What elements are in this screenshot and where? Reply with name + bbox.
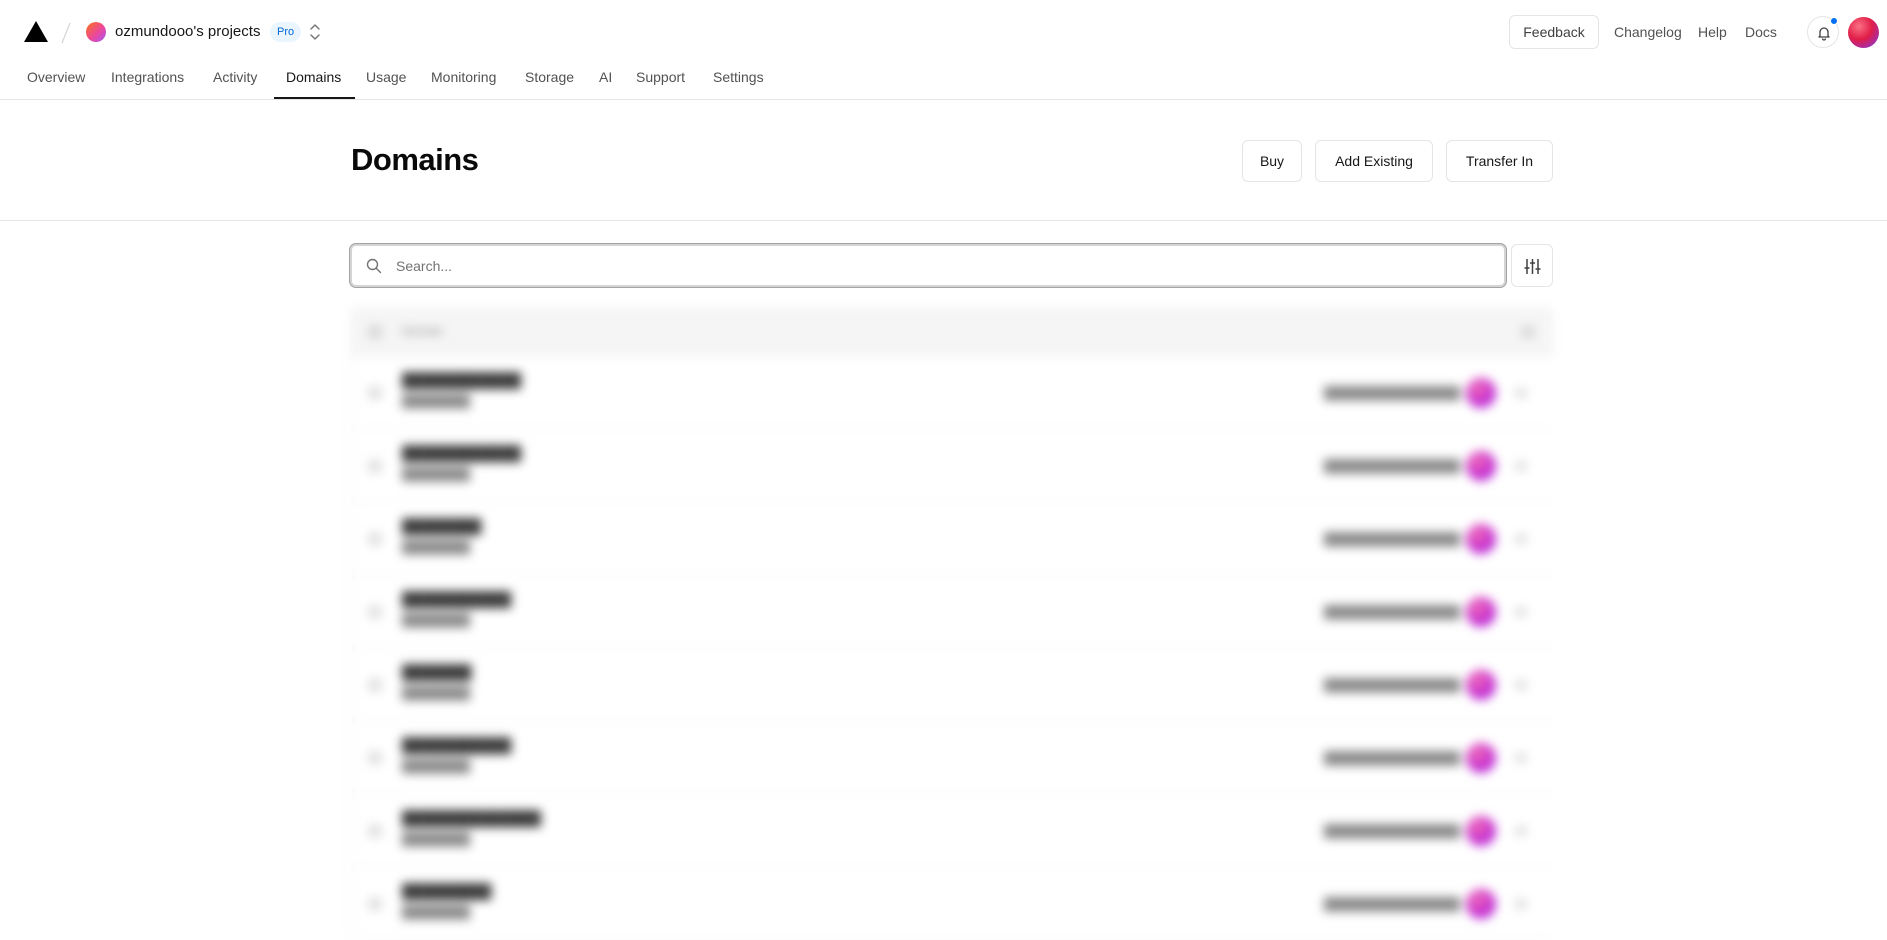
row-menu[interactable] — [1515, 826, 1527, 836]
row-domain-sub: ████████ — [402, 540, 471, 554]
list-item[interactable]: ███████████ ████████ ████████████████ — [352, 721, 1553, 794]
avatar — [1466, 597, 1496, 627]
row-checkbox[interactable] — [368, 751, 382, 765]
row-domain-name: ███████████ — [402, 591, 512, 607]
notification-dot — [1830, 17, 1838, 25]
row-checkbox[interactable] — [368, 678, 382, 692]
row-domain-name: ████████ — [402, 518, 482, 534]
add-existing-button[interactable]: Add Existing — [1315, 140, 1433, 182]
tab-activity[interactable]: Activity — [213, 64, 257, 100]
tab-bar: Overview Integrations Activity Domains U… — [0, 64, 1887, 100]
changelog-link[interactable]: Changelog — [1614, 23, 1682, 41]
tab-usage[interactable]: Usage — [366, 64, 406, 100]
row-menu[interactable] — [1515, 680, 1527, 690]
row-domain-sub: ████████ — [402, 905, 471, 919]
list-header: Domain — [352, 308, 1553, 356]
avatar — [1466, 378, 1496, 408]
row-meta: ████████████████ — [1324, 824, 1461, 838]
row-checkbox[interactable] — [368, 824, 382, 838]
row-meta: ████████████████ — [1324, 386, 1461, 400]
row-checkbox[interactable] — [368, 386, 382, 400]
avatar — [1466, 670, 1496, 700]
search-icon — [366, 258, 382, 274]
page-title: Domains — [351, 142, 479, 177]
transfer-in-button[interactable]: Transfer In — [1446, 140, 1553, 182]
select-all-checkbox[interactable] — [368, 325, 382, 339]
row-meta: ████████████████ — [1324, 459, 1461, 473]
row-meta: ████████████████ — [1324, 897, 1461, 911]
list-item[interactable]: ████████████ ████████ ████████████████ — [352, 429, 1553, 502]
user-avatar[interactable] — [1848, 17, 1879, 48]
list-item[interactable]: ██████████████ ████████ ████████████████ — [352, 794, 1553, 867]
avatar — [1466, 889, 1496, 919]
sliders-icon — [1524, 259, 1541, 274]
team-name[interactable]: ozmundooo's projects — [115, 22, 260, 42]
help-link[interactable]: Help — [1698, 23, 1727, 41]
list-header-menu[interactable] — [1521, 326, 1535, 338]
row-domain-name: ████████████ — [402, 372, 522, 388]
row-domain-sub: ████████ — [402, 832, 471, 846]
tab-domains[interactable]: Domains — [286, 64, 341, 100]
row-menu[interactable] — [1515, 534, 1527, 544]
tab-support[interactable]: Support — [636, 64, 685, 100]
row-domain-name: ██████████████ — [402, 810, 541, 826]
tab-settings[interactable]: Settings — [713, 64, 764, 100]
avatar — [1466, 451, 1496, 481]
search-input[interactable] — [394, 246, 1494, 285]
active-tab-indicator — [274, 97, 355, 99]
row-menu[interactable] — [1515, 753, 1527, 763]
row-checkbox[interactable] — [368, 532, 382, 546]
row-domain-sub: ████████ — [402, 686, 471, 700]
avatar — [1466, 524, 1496, 554]
tab-overview[interactable]: Overview — [27, 64, 85, 100]
row-menu[interactable] — [1515, 607, 1527, 617]
tab-storage[interactable]: Storage — [525, 64, 574, 100]
filter-button[interactable] — [1511, 244, 1553, 287]
row-domain-sub: ████████ — [402, 613, 471, 627]
row-meta: ████████████████ — [1324, 605, 1461, 619]
row-domain-name: ████████████ — [402, 445, 522, 461]
list-header-label: Domain — [402, 324, 444, 338]
row-domain-name: ███████████ — [402, 737, 512, 753]
row-checkbox[interactable] — [368, 459, 382, 473]
row-menu[interactable] — [1515, 899, 1527, 909]
row-domain-sub: ████████ — [402, 467, 471, 481]
list-item[interactable]: ███████████ ████████ ████████████████ — [352, 575, 1553, 648]
row-meta: ████████████████ — [1324, 678, 1461, 692]
breadcrumb-separator — [61, 22, 71, 44]
top-bar: ozmundooo's projects Pro Feedback Change… — [0, 0, 1887, 64]
list-item[interactable]: ███████ ████████ ████████████████ — [352, 648, 1553, 721]
avatar — [1466, 816, 1496, 846]
plan-badge: Pro — [270, 22, 302, 42]
list-item[interactable]: █████████ ████████ ████████████████ — [352, 867, 1553, 940]
list-item[interactable]: ████████████ ████████ ████████████████ — [352, 356, 1553, 429]
page-header: Domains Buy Add Existing Transfer In — [0, 100, 1887, 221]
vercel-triangle-icon[interactable] — [24, 21, 48, 42]
tab-ai[interactable]: AI — [599, 64, 612, 100]
row-checkbox[interactable] — [368, 605, 382, 619]
list-item[interactable]: ████████ ████████ ████████████████ — [352, 502, 1553, 575]
row-menu[interactable] — [1515, 461, 1527, 471]
row-menu[interactable] — [1515, 388, 1527, 398]
row-domain-sub: ████████ — [402, 759, 471, 773]
tab-monitoring[interactable]: Monitoring — [431, 64, 496, 100]
chevron-up-down-icon[interactable] — [308, 22, 322, 42]
buy-button[interactable]: Buy — [1242, 140, 1302, 182]
row-domain-sub: ████████ — [402, 394, 471, 408]
team-avatar[interactable] — [86, 22, 106, 42]
row-checkbox[interactable] — [368, 897, 382, 911]
search-box — [350, 244, 1506, 287]
row-domain-name: █████████ — [402, 883, 492, 899]
row-meta: ████████████████ — [1324, 751, 1461, 765]
tab-integrations[interactable]: Integrations — [111, 64, 184, 100]
docs-link[interactable]: Docs — [1745, 23, 1777, 41]
bell-icon — [1818, 27, 1830, 41]
row-domain-name: ███████ — [402, 664, 472, 680]
feedback-button[interactable]: Feedback — [1509, 15, 1599, 49]
domain-list: Domain ████████████ ████████ ███████████… — [351, 308, 1553, 940]
row-meta: ████████████████ — [1324, 532, 1461, 546]
avatar — [1466, 743, 1496, 773]
